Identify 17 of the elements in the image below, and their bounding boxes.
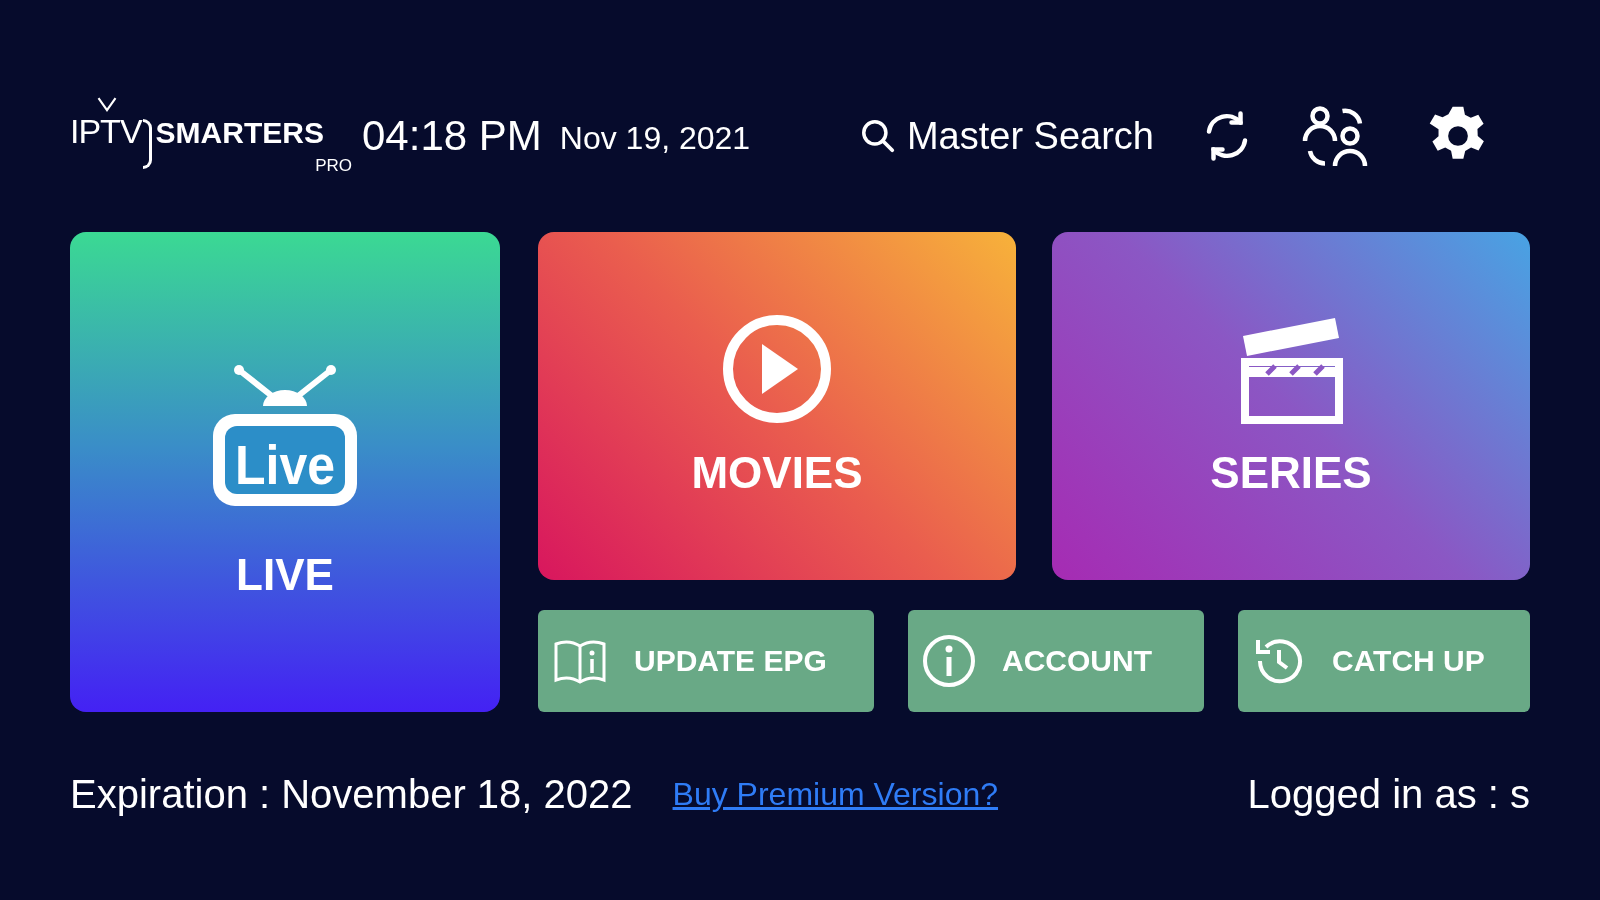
book-icon xyxy=(552,638,608,684)
switch-users-icon[interactable] xyxy=(1300,103,1370,169)
expiration-text: Expiration : November 18, 2022 xyxy=(70,772,633,817)
account-button[interactable]: ACCOUNT xyxy=(908,610,1204,712)
info-icon xyxy=(922,634,976,688)
buy-premium-link[interactable]: Buy Premium Version? xyxy=(672,776,998,813)
logged-in-text: Logged in as : s xyxy=(1247,772,1530,817)
clock-time: 04:18 PM xyxy=(362,112,542,160)
live-tile[interactable]: Live LIVE xyxy=(70,232,500,712)
master-search-button[interactable]: Master Search xyxy=(858,114,1154,158)
current-date: Nov 19, 2021 xyxy=(559,119,751,157)
play-icon xyxy=(722,314,832,424)
app-logo: IPTV SMARTERS PRO xyxy=(70,96,360,176)
epg-button[interactable]: UPDATE EPG xyxy=(538,610,874,712)
catchup-button[interactable]: CATCH UP xyxy=(1238,610,1530,712)
series-tile[interactable]: SERIES xyxy=(1052,232,1530,580)
movies-tile[interactable]: MOVIES xyxy=(538,232,1016,580)
